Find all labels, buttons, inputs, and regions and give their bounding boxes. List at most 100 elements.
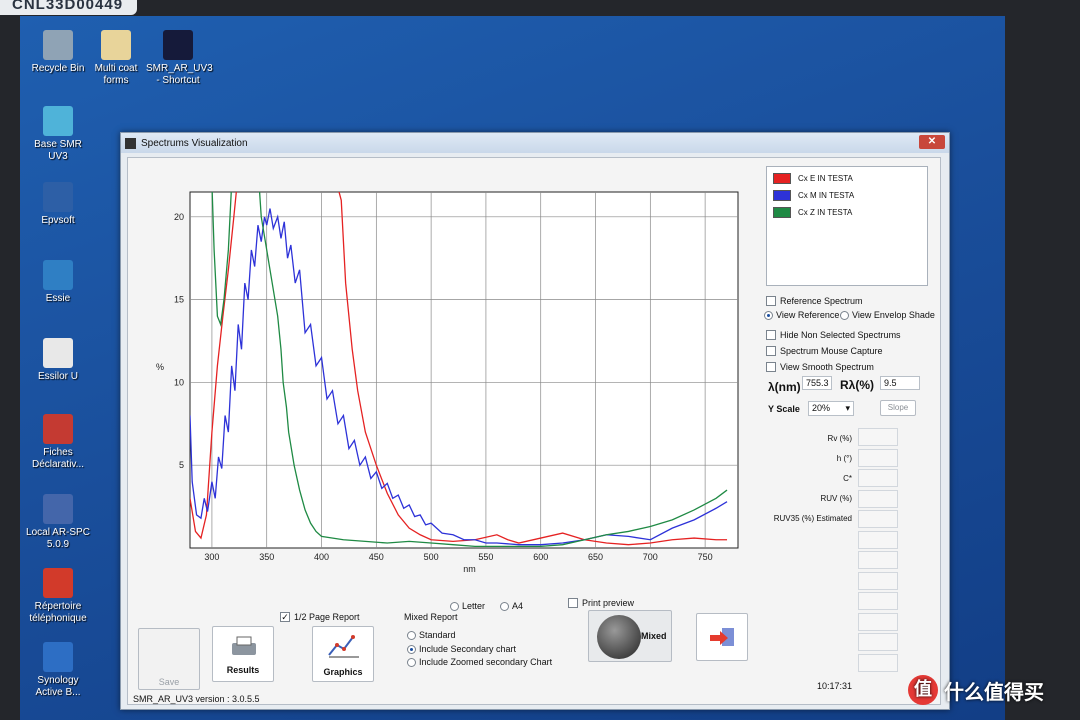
desktop-icon-label: Synology Active B...	[35, 675, 81, 698]
version-text: SMR_AR_UV3 version : 3.0.5.5	[133, 694, 260, 704]
desktop-icon-0[interactable]: Recycle Bin	[26, 30, 90, 75]
app-shortcut-icon	[43, 30, 73, 60]
close-button[interactable]: ✕	[919, 135, 945, 149]
result-value-field	[858, 592, 898, 610]
desktop-icon-4[interactable]: Epvsoft	[26, 182, 90, 227]
export-button[interactable]	[696, 613, 748, 661]
desktop-icon-label: Base SMR UV3	[34, 139, 82, 162]
legend: Cx E IN TESTA Cx M IN TESTA Cx Z IN TESTA	[766, 166, 928, 286]
desktop-icon-7[interactable]: Fiches Déclarativ...	[26, 414, 90, 471]
result-value-field	[858, 633, 898, 651]
spectrums-window: Spectrums Visualization ✕ 300 350 400 450 50…	[120, 132, 950, 710]
app-shortcut-icon	[43, 106, 73, 136]
mixed-report-label: Mixed Report	[404, 612, 458, 622]
status-bar: SMR_AR_UV3 version : 3.0.5.5 10:17:31	[127, 681, 941, 707]
hide-non-selected-checkbox[interactable]: Hide Non Selected Spectrums	[766, 330, 901, 340]
standard-radio[interactable]: Standard	[407, 630, 456, 640]
app-shortcut-icon	[43, 260, 73, 290]
app-shortcut-icon	[43, 568, 73, 598]
standard-label: Standard	[419, 630, 456, 640]
app-shortcut-icon	[43, 182, 73, 212]
desktop-icon-label: SMR_AR_UV3 - Shortcut	[146, 63, 213, 86]
desktop-icon-6[interactable]: Essilor U	[26, 338, 90, 383]
result-value-field	[858, 530, 898, 549]
graphics-button[interactable]: Graphics	[312, 626, 374, 682]
app-icon	[125, 137, 136, 149]
app-shortcut-icon	[101, 30, 131, 60]
app-shortcut-icon	[43, 494, 73, 524]
hide-non-selected-label: Hide Non Selected Spectrums	[780, 330, 901, 340]
r-lambda-value: 9.5	[880, 376, 920, 390]
y-scale-select[interactable]: 20% ▾	[808, 401, 854, 416]
desktop-icon-label: Recycle Bin	[31, 63, 85, 74]
x-tick-label: 350	[259, 552, 274, 562]
y-tick-label: 20	[174, 212, 184, 222]
view-reference-radio[interactable]: View Reference	[764, 310, 839, 320]
result-value-field	[858, 612, 898, 631]
app-shortcut-icon	[43, 414, 73, 444]
print-preview-label: Print preview	[582, 598, 635, 608]
legend-entry[interactable]: Cx M IN TESTA	[773, 190, 927, 201]
desktop-icon-8[interactable]: Local AR-SPC 5.0.9	[26, 494, 90, 551]
include-zoomed-radio[interactable]: Include Zoomed secondary Chart	[407, 657, 552, 667]
a4-label: A4	[512, 601, 524, 611]
time-text: 10:17:31	[817, 681, 853, 691]
slope-button[interactable]: Slope	[880, 400, 916, 416]
letter-radio[interactable]: Letter	[450, 601, 485, 611]
desktop-icon-9[interactable]: Répertoire téléphonique	[26, 568, 90, 625]
a4-radio[interactable]: A4	[500, 601, 523, 611]
save-button[interactable]: Save	[138, 628, 200, 690]
view-envelop-shade-radio[interactable]: View Envelop Shade	[840, 310, 935, 320]
y-tick-label: 5	[179, 460, 184, 470]
desktop-icon-10[interactable]: Synology Active B...	[26, 642, 90, 699]
watermark: 值 什么值得买	[908, 675, 1044, 705]
watermark-icon: 值	[908, 675, 938, 705]
export-arrow-icon	[710, 628, 734, 646]
reference-spectrum-checkbox[interactable]: Reference Spectrum	[766, 296, 863, 306]
graph-icon	[328, 635, 359, 658]
mixed-button[interactable]: Mixed	[588, 610, 672, 662]
legend-entry[interactable]: Cx E IN TESTA	[773, 173, 927, 184]
mixed-icon	[597, 615, 641, 659]
mixed-label: Mixed	[641, 631, 667, 641]
print-preview-checkbox[interactable]: Print preview	[568, 598, 634, 608]
results-button[interactable]: Results	[212, 626, 274, 682]
results-label: Results	[226, 665, 260, 675]
half-page-report-checkbox[interactable]: ✓ 1/2 Page Report	[280, 612, 360, 622]
app-shortcut-icon	[163, 30, 193, 60]
include-secondary-radio[interactable]: Include Secondary chart	[407, 644, 516, 654]
result-value-field	[858, 571, 898, 590]
mouse-capture-checkbox[interactable]: Spectrum Mouse Capture	[766, 346, 883, 356]
result-label: RUV35 (%) Estimated	[773, 514, 852, 523]
x-tick-label: 450	[369, 552, 384, 562]
result-label: h (°)	[836, 454, 852, 463]
legend-entry[interactable]: Cx Z IN TESTA	[773, 207, 927, 218]
desktop-icon-label: Répertoire téléphonique	[29, 601, 87, 624]
desktop-icon-5[interactable]: Essie	[26, 260, 90, 305]
x-tick-label: 500	[424, 552, 439, 562]
content-frame: 300 350 400 450 500 550 600 650 700 750 5 10 15 20 nm%…	[127, 157, 941, 705]
lambda-label: λ(nm)	[768, 380, 801, 394]
x-axis-label: nm	[463, 564, 476, 574]
smooth-spectrum-checkbox[interactable]: View Smooth Spectrum	[766, 362, 874, 372]
graphics-label: Graphics	[323, 667, 363, 677]
desktop-icon-1[interactable]: Multi coat forms	[84, 30, 148, 87]
window-titlebar[interactable]: Spectrums Visualization ✕	[121, 133, 949, 153]
half-page-label: 1/2 Page Report	[294, 612, 360, 622]
smooth-spectrum-label: View Smooth Spectrum	[780, 362, 874, 372]
chevron-down-icon: ▾	[845, 403, 850, 413]
desktop-icon-label: Essilor U	[37, 371, 78, 382]
x-tick-label: 750	[698, 552, 713, 562]
lambda-value: 755.3	[802, 376, 832, 390]
desktop-icon-3[interactable]: Base SMR UV3	[26, 106, 90, 163]
x-tick-label: 700	[643, 552, 658, 562]
spectrum-chart[interactable]: 300 350 400 450 500 550 600 650 700 750 5 10 15 20 nm%	[140, 176, 752, 596]
sticker-label: CNL33D00449	[0, 0, 138, 15]
legend-swatch	[773, 173, 791, 184]
x-tick-label: 400	[314, 552, 329, 562]
desktop-icon-2[interactable]: SMR_AR_UV3 - Shortcut	[146, 30, 213, 87]
result-label: RUV (%)	[820, 494, 852, 503]
printer-icon	[232, 636, 256, 655]
desktop-icon-label: Essie	[45, 293, 71, 304]
x-tick-label: 600	[533, 552, 548, 562]
